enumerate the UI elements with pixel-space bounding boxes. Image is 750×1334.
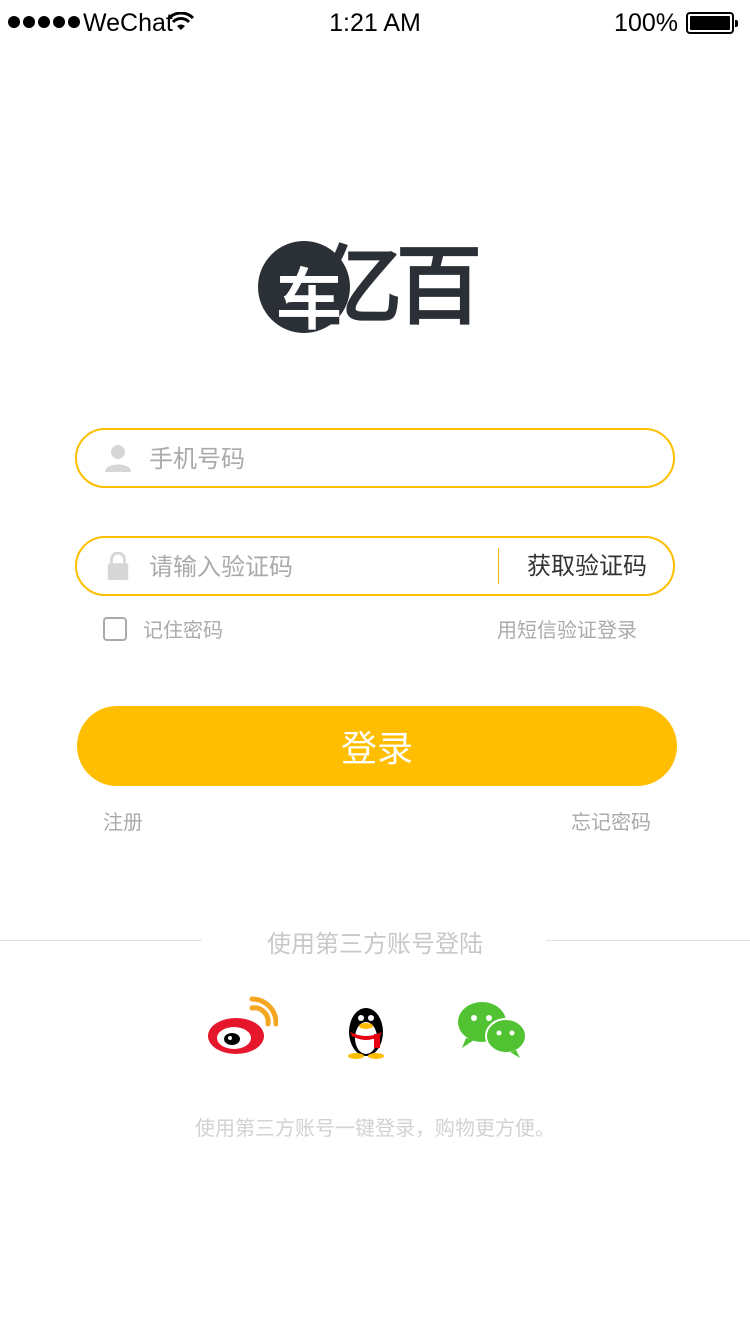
- remember-label: 记住密码: [143, 618, 223, 642]
- phone-input[interactable]: [149, 438, 529, 480]
- user-icon: [105, 445, 131, 472]
- lock-icon: [107, 552, 129, 580]
- logo-mark-text: 车: [276, 262, 342, 339]
- logo-mark: 车: [258, 241, 350, 339]
- app-logo: 车 亿百: [258, 238, 494, 339]
- forgot-password-link[interactable]: 忘记密码: [571, 806, 651, 835]
- get-code-button[interactable]: 获取验证码: [498, 548, 647, 584]
- remember-checkbox[interactable]: [103, 616, 127, 641]
- divider-right: [546, 940, 750, 941]
- qq-icon[interactable]: [330, 996, 402, 1060]
- register-link[interactable]: 注册: [103, 806, 143, 835]
- status-bar: WeChat 1:21 AM 100%: [0, 0, 750, 46]
- login-button[interactable]: 登录: [77, 706, 677, 786]
- third-party-title: 使用第三方账号登陆: [267, 930, 483, 958]
- sms-login-link[interactable]: 用短信验证登录: [497, 614, 637, 643]
- battery-icon: [686, 12, 738, 34]
- third-party-tip: 使用第三方账号一键登录，购物更方便。: [195, 1116, 555, 1140]
- phone-field[interactable]: [75, 428, 675, 488]
- weibo-icon[interactable]: [206, 996, 278, 1060]
- wechat-icon[interactable]: [456, 996, 528, 1060]
- verification-code-input[interactable]: [149, 546, 489, 588]
- verification-code-field[interactable]: 获取验证码: [75, 536, 675, 596]
- battery-percentage: 100%: [614, 9, 678, 37]
- remember-password[interactable]: 记住密码: [103, 614, 223, 643]
